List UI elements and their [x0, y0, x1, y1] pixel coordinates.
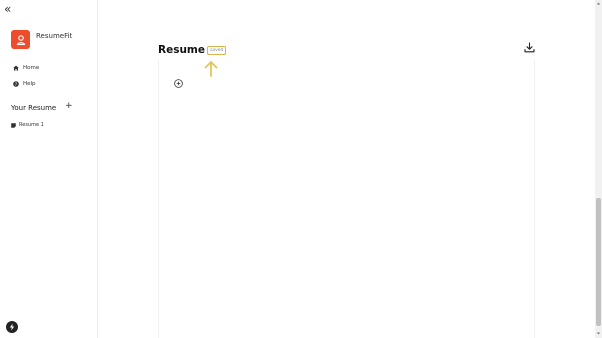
- plus-circle-icon[interactable]: [174, 79, 183, 88]
- sidebar-item-home[interactable]: Home: [13, 65, 39, 71]
- scroll-down-icon[interactable]: [596, 331, 601, 336]
- brand[interactable]: ResumeFit: [11, 30, 72, 49]
- sidebar: « ResumeFit Home ? Help Your Resume + Re…: [0, 0, 98, 338]
- arrow-up-icon: [204, 61, 218, 77]
- sidebar-item-help[interactable]: ? Help: [13, 81, 36, 87]
- sidebar-item-label: Home: [23, 65, 40, 71]
- user-badge-icon: [11, 30, 30, 49]
- add-resume-button[interactable]: +: [65, 102, 73, 111]
- document-header: Resume saved: [158, 44, 227, 56]
- help-icon: ?: [13, 81, 19, 87]
- collapse-sidebar-button[interactable]: «: [4, 3, 18, 15]
- scrollbar-thumb[interactable]: [596, 198, 601, 326]
- brand-name: ResumeFit: [36, 31, 73, 40]
- document-icon: [11, 122, 16, 128]
- page-title: Resume: [158, 44, 205, 56]
- app-window: « ResumeFit Home ? Help Your Resume + Re…: [0, 0, 602, 338]
- sidebar-item-label: Resume 1: [19, 122, 44, 128]
- sidebar-item-label: Help: [23, 81, 36, 87]
- section-title: Your Resume: [11, 104, 57, 112]
- status-badge: saved: [207, 46, 227, 55]
- download-icon[interactable]: [524, 42, 535, 53]
- home-icon: [13, 65, 19, 71]
- sidebar-item-resume-1[interactable]: Resume 1: [11, 122, 44, 128]
- resume-canvas[interactable]: [158, 60, 535, 338]
- scroll-up-icon[interactable]: [596, 1, 601, 6]
- lightning-icon[interactable]: [6, 321, 18, 333]
